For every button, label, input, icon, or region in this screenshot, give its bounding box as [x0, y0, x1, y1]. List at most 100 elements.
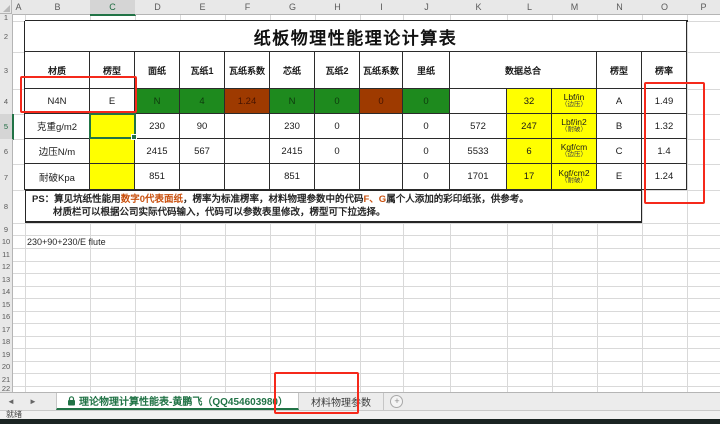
header-corrugating-factor1[interactable]: 瓦纸系数: [225, 52, 270, 89]
row-header-19[interactable]: 19: [0, 348, 13, 362]
column-header-G[interactable]: G: [270, 0, 316, 15]
cell-h5[interactable]: 0: [315, 114, 360, 139]
cell-f5-empty[interactable]: [225, 114, 270, 139]
row-header-5[interactable]: 5: [0, 114, 14, 140]
header-corrugating-factor2[interactable]: 瓦纸系数: [360, 52, 403, 89]
cell-b6-edge-crush-label[interactable]: 边压N/m: [25, 139, 90, 164]
header-liner-paper[interactable]: 里纸: [403, 52, 450, 89]
column-header-P[interactable]: P: [687, 0, 720, 15]
header-data-summary[interactable]: 数据总合: [450, 52, 597, 89]
row-header-3[interactable]: 3: [0, 52, 13, 90]
new-sheet-button[interactable]: +: [384, 393, 410, 410]
cell-k6[interactable]: 5533: [450, 139, 507, 164]
cell-g4[interactable]: N: [270, 89, 315, 114]
row-header-8[interactable]: 8: [0, 190, 13, 224]
cell-h4[interactable]: 0: [315, 89, 360, 114]
header-face-paper[interactable]: 面纸: [135, 52, 180, 89]
cell-j4[interactable]: 0: [403, 89, 450, 114]
table-title[interactable]: 纸板物理性能理论计算表: [25, 21, 687, 52]
select-all-button[interactable]: [0, 0, 12, 14]
cell-l4[interactable]: 32: [507, 89, 552, 114]
cell-g6[interactable]: 2415: [270, 139, 315, 164]
column-header-J[interactable]: J: [403, 0, 451, 15]
cell-k5[interactable]: 572: [450, 114, 507, 139]
row-header-11[interactable]: 11: [0, 248, 13, 262]
row-header-10[interactable]: 10: [0, 235, 13, 249]
cell-b7-burst-label[interactable]: 耐破Kpa: [25, 164, 90, 190]
cell-i5-empty[interactable]: [360, 114, 403, 139]
cell-m5-unit[interactable]: Lbf/in2 （耐破）: [552, 114, 597, 139]
row-header-6[interactable]: 6: [0, 139, 13, 165]
column-header-B[interactable]: B: [25, 0, 91, 15]
active-cell-selection[interactable]: [89, 113, 136, 139]
scroll-tabs-right-icon[interactable]: ►: [22, 393, 44, 410]
cell-m6-unit[interactable]: Kgf/cm （边压）: [552, 139, 597, 164]
cell-d6[interactable]: 2415: [135, 139, 180, 164]
cell-l6[interactable]: 6: [507, 139, 552, 164]
cell-k7[interactable]: 1701: [450, 164, 507, 190]
cell-f4[interactable]: 1.24: [225, 89, 270, 114]
cell-e4[interactable]: 4: [180, 89, 225, 114]
column-header-A[interactable]: A: [12, 0, 26, 15]
cell-e7-empty[interactable]: [180, 164, 225, 190]
row-header-13[interactable]: 13: [0, 273, 13, 287]
row-header-17[interactable]: 17: [0, 323, 13, 337]
cell-m7-unit[interactable]: Kgf/cm2 （耐破）: [552, 164, 597, 190]
cell-g5[interactable]: 230: [270, 114, 315, 139]
cell-c7-empty[interactable]: [90, 164, 135, 190]
row-header-12[interactable]: 12: [0, 261, 13, 275]
header-core-paper[interactable]: 芯纸: [270, 52, 315, 89]
column-header-O[interactable]: O: [642, 0, 688, 15]
cell-b5-grammage-label[interactable]: 克重g/m2: [25, 114, 90, 139]
cell-d7[interactable]: 851: [135, 164, 180, 190]
tab-theory-calculation-sheet[interactable]: 理论物理计算性能表-黄鹏飞（QQ454603980）: [56, 393, 299, 410]
column-header-I[interactable]: I: [360, 0, 404, 15]
cell-b10-flute-formula[interactable]: 230+90+230/E flute: [27, 235, 277, 248]
cell-j6[interactable]: 0: [403, 139, 450, 164]
cell-i4[interactable]: 0: [360, 89, 403, 114]
column-header-N[interactable]: N: [597, 0, 643, 15]
column-header-E[interactable]: E: [180, 0, 226, 15]
ps-note-cell[interactable]: PS：算见坑纸性能用数字0代表面纸，楞率为标准楞率，材料物理参数中的代码F、G属…: [25, 190, 642, 223]
cell-k4-empty[interactable]: [450, 89, 507, 114]
scroll-tabs-left-icon[interactable]: ◄: [0, 393, 22, 410]
row-header-7[interactable]: 7: [0, 164, 13, 191]
cell-n6[interactable]: C: [597, 139, 642, 164]
cell-g7[interactable]: 851: [270, 164, 315, 190]
cell-l7[interactable]: 17: [507, 164, 552, 190]
row-header-15[interactable]: 15: [0, 298, 13, 312]
header-corrugating1[interactable]: 瓦纸1: [180, 52, 225, 89]
cell-i7-empty[interactable]: [360, 164, 403, 190]
row-header-20[interactable]: 20: [0, 361, 13, 375]
column-header-L[interactable]: L: [507, 0, 553, 15]
cell-e6[interactable]: 567: [180, 139, 225, 164]
cell-n4[interactable]: A: [597, 89, 642, 114]
fill-handle[interactable]: [131, 134, 137, 140]
cell-f7-empty[interactable]: [225, 164, 270, 190]
column-header-M[interactable]: M: [552, 0, 598, 15]
column-header-K[interactable]: K: [450, 0, 508, 15]
header-flute-type2[interactable]: 楞型: [597, 52, 642, 89]
cell-h6[interactable]: 0: [315, 139, 360, 164]
cell-n7[interactable]: E: [597, 164, 642, 190]
row-header-4[interactable]: 4: [0, 89, 13, 115]
row-header-16[interactable]: 16: [0, 311, 13, 325]
row-header-18[interactable]: 18: [0, 336, 13, 350]
cell-j5[interactable]: 0: [403, 114, 450, 139]
cell-f6-empty[interactable]: [225, 139, 270, 164]
header-corrugating2[interactable]: 瓦纸2: [315, 52, 360, 89]
cell-c6-empty[interactable]: [90, 139, 135, 164]
cell-e5[interactable]: 90: [180, 114, 225, 139]
cell-i6-empty[interactable]: [360, 139, 403, 164]
cell-h7-empty[interactable]: [315, 164, 360, 190]
cell-m4-unit[interactable]: Lbf/in （边压）: [552, 89, 597, 114]
column-header-C[interactable]: C: [90, 0, 136, 16]
column-header-H[interactable]: H: [315, 0, 361, 15]
column-header-D[interactable]: D: [135, 0, 181, 15]
row-header-14[interactable]: 14: [0, 286, 13, 300]
row-header-2[interactable]: 2: [0, 21, 13, 53]
cell-d4[interactable]: N: [135, 89, 180, 114]
cell-d5[interactable]: 230: [135, 114, 180, 139]
cell-n5[interactable]: B: [597, 114, 642, 139]
cell-l5[interactable]: 247: [507, 114, 552, 139]
